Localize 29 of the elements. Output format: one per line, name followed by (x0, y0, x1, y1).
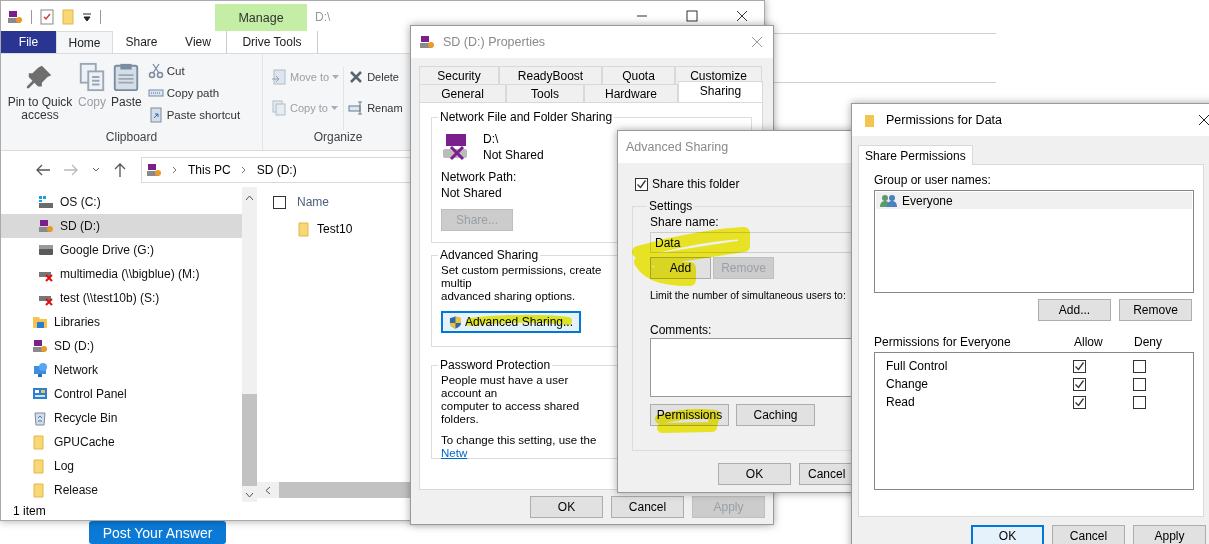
field-label: Network Path: (441, 169, 517, 185)
description-text: To change this setting, use the (441, 434, 597, 447)
group-label: Clipboard (104, 130, 159, 146)
group-title: Password Protection (439, 359, 552, 372)
permission-name: Read (886, 395, 916, 409)
window-title: D:\ (315, 10, 331, 24)
field-label: Share name: (650, 215, 719, 229)
permission-name: Change (886, 377, 930, 391)
folder-path: D:\ (483, 131, 500, 147)
group-label: Organize (312, 130, 364, 146)
context-tab-header: Manage (215, 4, 307, 31)
field-label: Limit the number of simultaneous users to: (650, 289, 846, 303)
permission-name: Full Control (886, 359, 949, 373)
group-title: Network File and Folder Sharing (439, 109, 614, 125)
network-path: Not Shared (441, 185, 502, 201)
share-state: Not Shared (483, 147, 544, 163)
column-header: Deny (1134, 335, 1163, 349)
dialog-title: Advanced Sharing (626, 140, 729, 154)
field-label: Group or user names: (874, 173, 992, 187)
description-text: computer to access shared folders. (441, 400, 581, 426)
status-text: 1 item (13, 504, 46, 518)
field-label: Permissions for Everyone (874, 335, 1012, 349)
field-label: Comments: (650, 323, 712, 337)
group-title: Advanced Sharing (439, 249, 540, 262)
group-title: Settings (648, 199, 694, 213)
column-header: Allow (1073, 335, 1104, 349)
dialog-title: SD (D:) Properties (443, 35, 546, 49)
description-text: advanced sharing options. (441, 290, 576, 303)
dialog-title: Permissions for Data (886, 113, 1002, 127)
